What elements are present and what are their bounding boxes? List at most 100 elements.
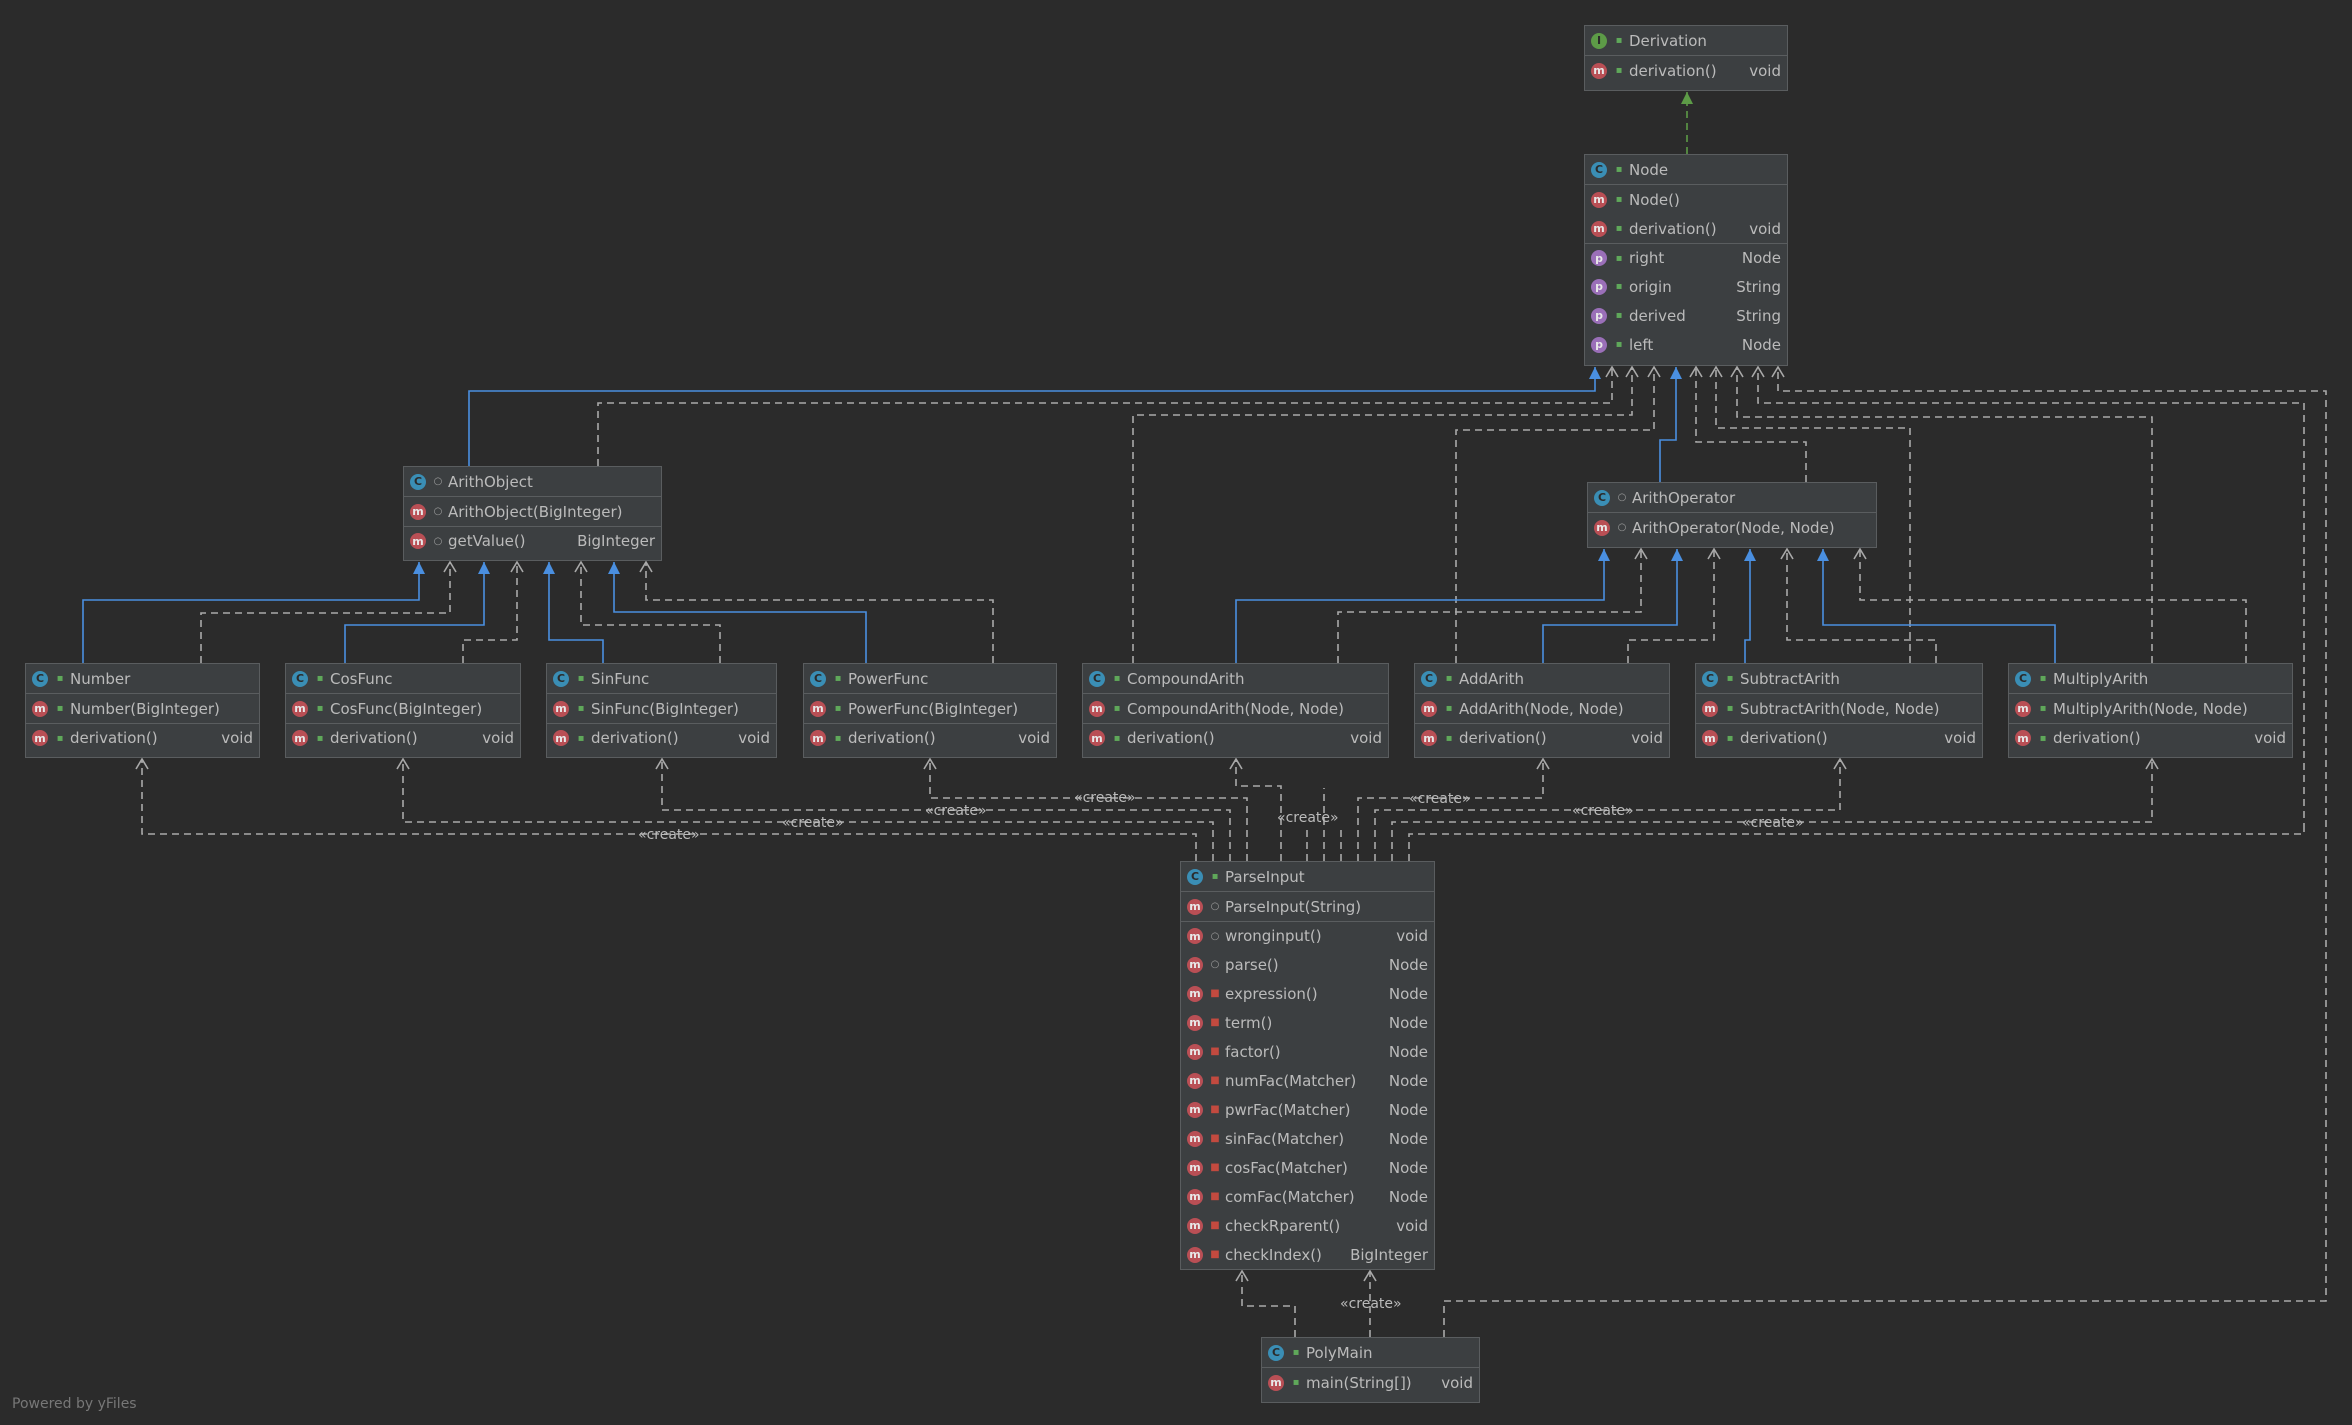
extends-edge: [548, 562, 604, 663]
member-name: origin: [1629, 277, 1672, 296]
create-label: «create»: [1409, 791, 1471, 807]
class-box-polymain[interactable]: C ▪ PolyMain m ▪ main(String[]) void: [1261, 1337, 1480, 1403]
member-row[interactable]: m ▪ derivation() void: [2009, 723, 2292, 752]
member-type: Node: [1388, 1042, 1428, 1061]
class-header: C ▪ SinFunc: [547, 664, 776, 694]
member-type: void: [221, 729, 253, 747]
unlock-icon: ▪: [1726, 703, 1734, 714]
class-box-sinfunc[interactable]: C ▪ SinFunc m ▪ SinFunc(BigInteger) m ▪ derivati…: [546, 663, 777, 758]
class-box-number[interactable]: C ▪ Number m ▪ Number(BigInteger) m ▪ derivation…: [25, 663, 260, 758]
member-row[interactable]: m ▪ derivation() void: [804, 723, 1056, 752]
member-name: derived: [1629, 306, 1686, 325]
member-row[interactable]: m ▪ derivation() void: [26, 723, 259, 752]
member-row[interactable]: m ■ checkIndex() BigInteger: [1181, 1240, 1434, 1269]
member-row[interactable]: p ▪ origin String: [1585, 272, 1787, 301]
member-row[interactable]: m ▪ SubtractArith(Node, Node): [1696, 694, 1982, 723]
member-name: pwrFac(Matcher): [1225, 1100, 1351, 1119]
extends-edge: [1659, 367, 1677, 482]
member-row[interactable]: m ■ checkRparent() void: [1181, 1211, 1434, 1240]
lock-icon: ■: [1210, 1075, 1220, 1086]
member-row[interactable]: m ▪ derivation() void: [1083, 723, 1388, 752]
dependency-arrowhead: [639, 560, 653, 573]
visibility-icon: ▪: [316, 673, 324, 684]
member-name: derivation(): [70, 729, 158, 747]
member-row[interactable]: m ■ term() Node: [1181, 1008, 1434, 1037]
inheritance-arrowhead: [608, 562, 620, 574]
class-icon: C: [1268, 1344, 1284, 1361]
member-row[interactable]: m ○ parse() Node: [1181, 950, 1434, 979]
member-row[interactable]: m ▪ derivation() void: [1415, 723, 1669, 752]
member-name: main(String[]): [1306, 1373, 1412, 1392]
unlock-icon: ▪: [577, 732, 585, 744]
class-box-subtractarith[interactable]: C ▪ SubtractArith m ▪ SubtractArith(Node, Nod…: [1695, 663, 1983, 758]
member-row[interactable]: m ○ getValue() BigInteger: [404, 526, 661, 555]
inheritance-arrowhead: [478, 562, 490, 574]
member-type: void: [738, 729, 770, 747]
member-row[interactable]: p ▪ left Node: [1585, 330, 1787, 359]
inheritance-arrowhead: [1671, 549, 1683, 561]
member-row[interactable]: m ▪ derivation() void: [1696, 723, 1982, 752]
member-row[interactable]: m ▪ derivation() void: [1585, 56, 1787, 85]
member-name: CompoundArith(Node, Node): [1127, 699, 1345, 718]
member-row[interactable]: m ■ sinFac(Matcher) Node: [1181, 1124, 1434, 1153]
member-name: AddArith(Node, Node): [1459, 699, 1624, 718]
member-row[interactable]: m ■ factor() Node: [1181, 1037, 1434, 1066]
member-row[interactable]: m ▪ PowerFunc(BigInteger): [804, 694, 1056, 723]
class-box-multiplyarith[interactable]: C ▪ MultiplyArith m ▪ MultiplyArith(Node, Nod…: [2008, 663, 2293, 758]
inheritance-arrowhead: [1670, 367, 1682, 379]
member-name: Node(): [1629, 190, 1680, 209]
member-row[interactable]: m ▪ CosFunc(BigInteger): [286, 694, 520, 723]
member-row[interactable]: m ○ wronginput() void: [1181, 921, 1434, 950]
inheritance-arrowhead: [1681, 92, 1693, 104]
member-row[interactable]: m ■ expression() Node: [1181, 979, 1434, 1008]
member-row[interactable]: m ■ numFac(Matcher) Node: [1181, 1066, 1434, 1095]
member-row[interactable]: m ○ ArithOperator(Node, Node): [1588, 513, 1876, 542]
class-icon: C: [1591, 161, 1607, 178]
class-box-cosfunc[interactable]: C ▪ CosFunc m ▪ CosFunc(BigInteger) m ▪ derivati…: [285, 663, 521, 758]
member-row[interactable]: m ○ ParseInput(String): [1181, 892, 1434, 921]
class-box-parseinput[interactable]: C ▪ ParseInput m ○ ParseInput(String) m ○ wrongi…: [1180, 861, 1435, 1270]
member-name: checkRparent(): [1225, 1216, 1341, 1235]
unlock-icon: ▪: [577, 703, 585, 714]
member-row[interactable]: m ▪ AddArith(Node, Node): [1415, 694, 1669, 723]
member-row[interactable]: m ▪ derivation() void: [286, 723, 520, 752]
unlock-icon: ▪: [1445, 732, 1453, 744]
member-row[interactable]: m ▪ Number(BigInteger): [26, 694, 259, 723]
class-box-node[interactable]: C ▪ Node m ▪ Node() m ▪ derivation() void p ▪ right N…: [1584, 154, 1788, 366]
class-box-powerfunc[interactable]: C ▪ PowerFunc m ▪ PowerFunc(BigInteger) m ▪ deri…: [803, 663, 1057, 758]
member-row[interactable]: p ▪ derived String: [1585, 301, 1787, 330]
member-type: BigInteger: [1350, 1245, 1428, 1264]
member-row[interactable]: m ▪ Node(): [1585, 185, 1787, 214]
class-box-compoundarith[interactable]: C ▪ CompoundArith m ▪ CompoundArith(Node, Nod…: [1082, 663, 1389, 758]
method-icon: m: [810, 730, 826, 746]
class-name: PowerFunc: [848, 669, 929, 688]
method-icon: m: [1187, 1246, 1203, 1263]
class-box-arithoperator[interactable]: C ○ ArithOperator m ○ ArithOperator(Node, Nod…: [1587, 482, 1877, 548]
member-row[interactable]: m ▪ main(String[]) void: [1262, 1368, 1479, 1397]
visibility-icon: ○: [1617, 492, 1627, 503]
method-icon: m: [1187, 1014, 1203, 1031]
visibility-icon: ▪: [1615, 164, 1623, 175]
method-icon: m: [32, 700, 48, 717]
member-row[interactable]: m ■ pwrFac(Matcher) Node: [1181, 1095, 1434, 1124]
create-label: «create»: [1742, 815, 1804, 831]
visibility-icon: ▪: [1445, 673, 1453, 684]
member-row[interactable]: p ▪ right Node: [1585, 243, 1787, 272]
class-box-derivation[interactable]: I ▪ Derivation m ▪ derivation() void: [1584, 25, 1788, 91]
member-row[interactable]: m ○ ArithObject(BigInteger): [404, 497, 661, 526]
member-row[interactable]: m ▪ derivation() void: [1585, 214, 1787, 243]
method-icon: m: [1187, 928, 1203, 944]
member-row[interactable]: m ▪ derivation() void: [547, 723, 776, 752]
class-box-arithobject[interactable]: C ○ ArithObject m ○ ArithObject(BigInteger) m ○…: [403, 466, 662, 561]
member-row[interactable]: m ▪ CompoundArith(Node, Node): [1083, 694, 1388, 723]
method-icon: m: [1187, 1217, 1203, 1234]
class-name: ParseInput: [1225, 867, 1305, 886]
member-row[interactable]: m ▪ SinFunc(BigInteger): [547, 694, 776, 723]
member-row[interactable]: m ■ comFac(Matcher) Node: [1181, 1182, 1434, 1211]
class-icon: C: [410, 473, 426, 490]
inheritance-arrowhead: [1598, 549, 1610, 561]
member-row[interactable]: m ■ cosFac(Matcher) Node: [1181, 1153, 1434, 1182]
member-row[interactable]: m ▪ MultiplyArith(Node, Node): [2009, 694, 2292, 723]
member-type: Node: [1388, 1013, 1428, 1032]
class-box-addarith[interactable]: C ▪ AddArith m ▪ AddArith(Node, Node) m ▪ deriva…: [1414, 663, 1670, 758]
